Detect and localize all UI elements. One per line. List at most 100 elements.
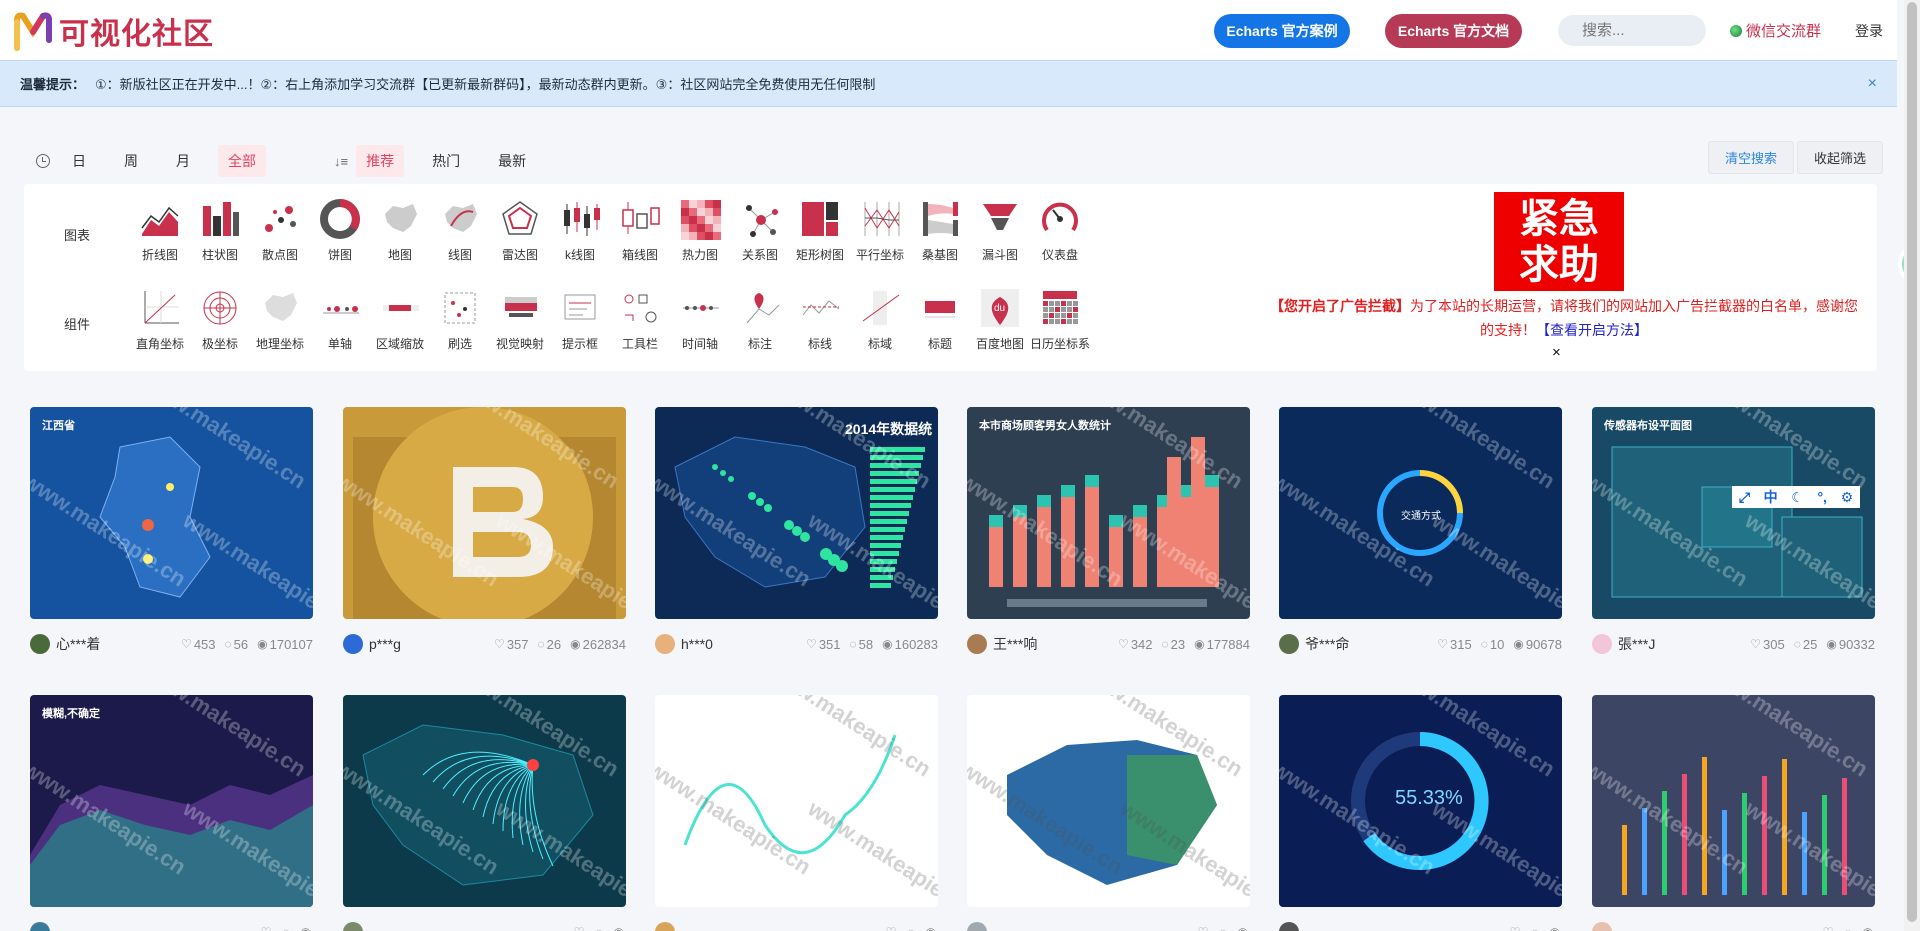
card-author[interactable]: h***0 [681, 636, 797, 652]
component-type-markpoint[interactable]: 标注 [730, 287, 790, 352]
likes-stat[interactable]: ♡ 357 [494, 637, 528, 652]
component-type-grid[interactable]: 直角坐标 [130, 287, 190, 352]
avatar[interactable] [343, 634, 363, 654]
chart-type-pie[interactable]: 饼图 [310, 198, 370, 263]
component-type-title[interactable]: 标题 [910, 287, 970, 352]
work-card[interactable]: www.makeapie.cn www.makeapie.cn www.make… [655, 407, 938, 669]
chart-type-scatter[interactable]: 散点图 [250, 198, 310, 263]
card-thumbnail[interactable]: www.makeapie.cn www.makeapie.cn www.make… [30, 695, 313, 907]
likes-stat[interactable]: ♡ [1198, 925, 1211, 931]
time-filter-week[interactable]: 周 [114, 145, 148, 177]
site-logo[interactable]: 可视化社区 [13, 9, 214, 53]
sort-recommended[interactable]: 推荐 [356, 145, 405, 177]
likes-stat[interactable]: ♡ 351 [806, 637, 840, 652]
chart-type-lines[interactable]: 线图 [430, 198, 490, 263]
chart-type-treemap[interactable]: 矩形树图 [790, 198, 850, 263]
likes-stat[interactable]: ♡ 315 [1437, 637, 1471, 652]
likes-stat[interactable]: ♡ 305 [1750, 637, 1784, 652]
work-card[interactable]: www.makeapie.cn www.makeapie.cn www.make… [1592, 695, 1875, 931]
scrollbar-thumb[interactable] [1907, 2, 1917, 922]
echarts-docs-button[interactable]: Echarts 官方文档 [1385, 14, 1522, 48]
card-author[interactable]: 爷***命 [1305, 634, 1428, 654]
chart-type-gauge[interactable]: 仪表盘 [1030, 198, 1090, 263]
component-type-single-axis[interactable]: 单轴 [310, 287, 370, 352]
card-author[interactable]: p***g [369, 636, 485, 652]
wechat-group-link[interactable]: 微信交流群 [1730, 20, 1821, 41]
avatar[interactable] [1279, 922, 1299, 931]
search-input[interactable] [1558, 15, 1706, 46]
chart-type-map[interactable]: 地图 [370, 198, 430, 263]
card-author[interactable]: 張***J [1618, 634, 1741, 654]
component-type-geo[interactable]: 地理坐标 [250, 287, 310, 352]
card-thumbnail[interactable]: www.makeapie.cn www.makeapie.cn www.make… [343, 407, 626, 619]
chart-type-candlestick[interactable]: k线图 [550, 198, 610, 263]
chart-type-radar[interactable]: 雷达图 [490, 198, 550, 263]
component-type-datazoom[interactable]: 区域缩放 [370, 287, 430, 352]
work-card[interactable]: www.makeapie.cn www.makeapie.cn www.make… [1592, 407, 1875, 669]
chart-type-boxplot[interactable]: 箱线图 [610, 198, 670, 263]
component-type-brush[interactable]: 刷选 [430, 287, 490, 352]
notice-close-button[interactable]: × [1868, 75, 1877, 93]
avatar[interactable] [1592, 634, 1612, 654]
time-filter-month[interactable]: 月 [166, 145, 200, 177]
likes-stat[interactable]: ♡ [1823, 925, 1836, 931]
component-type-markline[interactable]: 标线 [790, 287, 850, 352]
card-thumbnail[interactable]: www.makeapie.cn www.makeapie.cn www.make… [343, 695, 626, 907]
login-link[interactable]: 登录 [1855, 21, 1883, 41]
component-type-visualmap[interactable]: 视觉映射 [490, 287, 550, 352]
chart-type-funnel[interactable]: 漏斗图 [970, 198, 1030, 263]
card-thumbnail[interactable]: www.makeapie.cn www.makeapie.cn www.make… [1279, 407, 1562, 619]
adblock-howto-link[interactable]: 【查看开启方法】 [1536, 322, 1648, 338]
avatar[interactable] [655, 922, 675, 931]
component-type-calendar[interactable]: 日历坐标系 [1030, 287, 1090, 352]
clear-search-button[interactable]: 清空搜索 [1708, 141, 1795, 174]
likes-stat[interactable]: ♡ [1510, 925, 1523, 931]
work-card[interactable]: www.makeapie.cn www.makeapie.cn www.make… [967, 695, 1250, 931]
time-filter-all[interactable]: 全部 [218, 145, 266, 177]
component-type-toolbox[interactable]: 工具栏 [610, 287, 670, 352]
chart-type-bar-chart[interactable]: 柱状图 [190, 198, 250, 263]
card-thumbnail[interactable]: www.makeapie.cn www.makeapie.cn www.make… [967, 695, 1250, 907]
avatar[interactable] [967, 634, 987, 654]
avatar[interactable] [1279, 634, 1299, 654]
collapse-filter-button[interactable]: 收起筛选 [1797, 141, 1884, 174]
echarts-cases-button[interactable]: Echarts 官方案例 [1214, 14, 1350, 48]
component-type-markarea[interactable]: 标域 [850, 287, 910, 352]
avatar[interactable] [343, 922, 363, 931]
component-type-bmap[interactable]: du 百度地图 [970, 287, 1030, 352]
page-scrollbar[interactable] [1904, 0, 1920, 931]
work-card[interactable]: www.makeapie.cn www.makeapie.cn www.make… [30, 695, 313, 931]
card-thumbnail[interactable]: www.makeapie.cn www.makeapie.cn www.make… [30, 407, 313, 619]
chart-type-graph[interactable]: 关系图 [730, 198, 790, 263]
card-author[interactable]: 心***着 [56, 634, 172, 654]
work-card[interactable]: www.makeapie.cn www.makeapie.cn www.make… [1279, 695, 1562, 931]
card-thumbnail[interactable]: www.makeapie.cn www.makeapie.cn www.make… [1279, 695, 1562, 907]
time-filter-day[interactable]: 日 [62, 145, 96, 177]
work-card[interactable]: www.makeapie.cn www.makeapie.cn www.make… [967, 407, 1250, 669]
chart-type-heatmap[interactable]: 热力图 [670, 198, 730, 263]
chart-type-parallel[interactable]: 平行坐标 [850, 198, 910, 263]
avatar[interactable] [967, 922, 987, 931]
card-thumbnail[interactable]: www.makeapie.cn www.makeapie.cn www.make… [967, 407, 1250, 619]
component-type-timeline[interactable]: 时间轴 [670, 287, 730, 352]
card-thumbnail[interactable]: www.makeapie.cn www.makeapie.cn www.make… [655, 695, 938, 907]
avatar[interactable] [1592, 922, 1612, 931]
avatar[interactable] [655, 634, 675, 654]
chart-type-sankey[interactable]: 桑基图 [910, 198, 970, 263]
chart-type-line-chart[interactable]: 折线图 [130, 198, 190, 263]
likes-stat[interactable]: ♡ 342 [1118, 637, 1152, 652]
component-type-polar[interactable]: 极坐标 [190, 287, 250, 352]
card-author[interactable]: 王***响 [993, 634, 1109, 654]
work-card[interactable]: www.makeapie.cn www.makeapie.cn www.make… [343, 407, 626, 669]
likes-stat[interactable]: ♡ [261, 925, 274, 931]
sort-latest[interactable]: 最新 [488, 145, 536, 177]
likes-stat[interactable]: ♡ 453 [181, 637, 215, 652]
avatar[interactable] [30, 634, 50, 654]
likes-stat[interactable]: ♡ [886, 925, 899, 931]
card-thumbnail[interactable]: www.makeapie.cn www.makeapie.cn www.make… [655, 407, 938, 619]
card-thumbnail[interactable]: www.makeapie.cn www.makeapie.cn www.make… [1592, 695, 1875, 907]
card-thumbnail[interactable]: www.makeapie.cn www.makeapie.cn www.make… [1592, 407, 1875, 619]
ad-close-button[interactable]: × [1552, 344, 1561, 361]
work-card[interactable]: www.makeapie.cn www.makeapie.cn www.make… [1279, 407, 1562, 669]
component-type-tooltip[interactable]: 提示框 [550, 287, 610, 352]
